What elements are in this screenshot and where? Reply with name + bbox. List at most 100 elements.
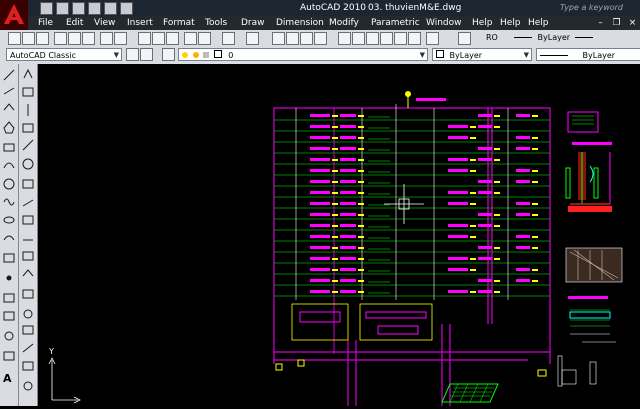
- color-dropdown[interactable]: ByLayer ▼: [432, 48, 532, 61]
- breaker-symbol: [358, 269, 364, 271]
- markup-icon[interactable]: [394, 32, 407, 45]
- workspace-dropdown[interactable]: AutoCAD Classic ▼: [6, 48, 122, 61]
- plot-preview-icon[interactable]: [68, 32, 81, 45]
- tool-palettes-icon[interactable]: [366, 32, 379, 45]
- distribution-board: [310, 257, 330, 260]
- quickcalc-icon[interactable]: [408, 32, 421, 45]
- menu-parametric[interactable]: Parametric: [371, 18, 420, 28]
- menu-edit[interactable]: Edit: [66, 18, 83, 28]
- zoom-previous-icon[interactable]: [314, 32, 327, 45]
- match-properties-icon[interactable]: [184, 32, 197, 45]
- breaker-symbol: [532, 280, 538, 282]
- design-center-icon[interactable]: [352, 32, 365, 45]
- breaker-symbol: [332, 269, 338, 271]
- menu-format[interactable]: Format: [163, 18, 195, 28]
- open-icon[interactable]: [56, 2, 69, 15]
- layer-properties-icon[interactable]: [162, 48, 175, 61]
- minimize-icon[interactable]: –: [594, 17, 607, 29]
- document-title: 03. thuvienM&E.dwg: [368, 3, 462, 13]
- distribution-board: [516, 114, 530, 117]
- menu-insert[interactable]: Insert: [127, 18, 153, 28]
- chevron-down-icon: ▼: [523, 51, 529, 59]
- distribution-board: [448, 191, 468, 194]
- plot-icon[interactable]: [120, 2, 133, 15]
- menu-dimension[interactable]: Dimension: [276, 18, 324, 28]
- plot-style-value: ByLayer: [537, 33, 571, 42]
- modify-toolbar: [19, 64, 38, 406]
- pan-icon[interactable]: [272, 32, 285, 45]
- menu-view[interactable]: View: [94, 18, 115, 28]
- plot-style-combo[interactable]: ByLayer: [514, 32, 610, 44]
- zoom-realtime-icon[interactable]: [286, 32, 299, 45]
- sheet-set-icon[interactable]: [114, 32, 127, 45]
- breaker-symbol: [332, 236, 338, 238]
- open-icon[interactable]: [22, 32, 35, 45]
- zoom-window-icon[interactable]: [300, 32, 313, 45]
- new-icon[interactable]: [40, 2, 53, 15]
- save-icon[interactable]: [72, 2, 85, 15]
- layer-color-swatch: [213, 50, 222, 58]
- breaker-symbol: [494, 247, 500, 249]
- menu-help-2[interactable]: Help: [500, 18, 521, 28]
- breaker-symbol: [332, 148, 338, 150]
- distribution-board: [516, 235, 530, 238]
- breaker-symbol: [532, 203, 538, 205]
- breaker-symbol: [358, 181, 364, 183]
- help-icon[interactable]: [426, 32, 439, 45]
- menu-help[interactable]: Help: [472, 18, 493, 28]
- drawing-canvas[interactable]: Y: [38, 64, 640, 406]
- publish-icon[interactable]: [82, 32, 95, 45]
- distribution-board: [310, 268, 330, 271]
- plot-icon[interactable]: [54, 32, 67, 45]
- text-style-label[interactable]: RO: [486, 33, 498, 42]
- distribution-board: [516, 136, 530, 139]
- breaker-symbol: [470, 159, 476, 161]
- close-icon[interactable]: ×: [626, 17, 639, 29]
- distribution-board: [516, 213, 530, 216]
- new-icon[interactable]: [8, 32, 21, 45]
- menu-window[interactable]: Window: [426, 18, 462, 28]
- restore-icon[interactable]: ❐: [610, 17, 623, 29]
- distribution-board: [478, 125, 492, 128]
- layer-dropdown[interactable]: 0 ▼: [178, 48, 428, 61]
- menu-bar: File Edit View Insert Format Tools Draw …: [0, 16, 640, 30]
- menu-draw[interactable]: Draw: [241, 18, 265, 28]
- distribution-board: [310, 136, 330, 139]
- paste-icon[interactable]: [166, 32, 179, 45]
- copy-icon[interactable]: [152, 32, 165, 45]
- workspace-grid-icon[interactable]: [140, 48, 153, 61]
- redo-icon[interactable]: [104, 2, 117, 15]
- breaker-symbol: [494, 159, 500, 161]
- breaker-symbol: [358, 148, 364, 150]
- app-title: AutoCAD 2010: [300, 3, 367, 13]
- quick-access-toolbar: [40, 2, 133, 15]
- linetype-dropdown[interactable]: ByLayer: [536, 48, 640, 61]
- distribution-board: [340, 279, 356, 282]
- breaker-symbol: [332, 258, 338, 260]
- distribution-board: [340, 213, 356, 216]
- distribution-board: [310, 246, 330, 249]
- properties-icon[interactable]: [338, 32, 351, 45]
- 3d-print-icon[interactable]: [100, 32, 113, 45]
- text-style-icon[interactable]: [458, 32, 471, 45]
- search-box[interactable]: Type a keyword: [560, 3, 623, 12]
- menu-file[interactable]: File: [38, 18, 53, 28]
- draw-toolbar: A: [0, 64, 19, 406]
- color-value: ByLayer: [449, 51, 483, 60]
- breaker-symbol: [532, 181, 538, 183]
- workspace-settings-icon[interactable]: [126, 48, 139, 61]
- distribution-board: [448, 290, 468, 293]
- undo-icon[interactable]: [222, 32, 235, 45]
- save-icon[interactable]: [36, 32, 49, 45]
- application-menu-button[interactable]: [0, 0, 28, 30]
- sheet-set-manager-icon[interactable]: [380, 32, 393, 45]
- detail-sheet: [557, 111, 623, 387]
- undo-icon[interactable]: [88, 2, 101, 15]
- menu-modify[interactable]: Modify: [329, 18, 359, 28]
- cut-icon[interactable]: [138, 32, 151, 45]
- menu-help-3[interactable]: Help: [528, 18, 549, 28]
- redo-icon[interactable]: [246, 32, 259, 45]
- menu-tools[interactable]: Tools: [205, 18, 227, 28]
- breaker-symbol: [332, 203, 338, 205]
- block-editor-icon[interactable]: [198, 32, 211, 45]
